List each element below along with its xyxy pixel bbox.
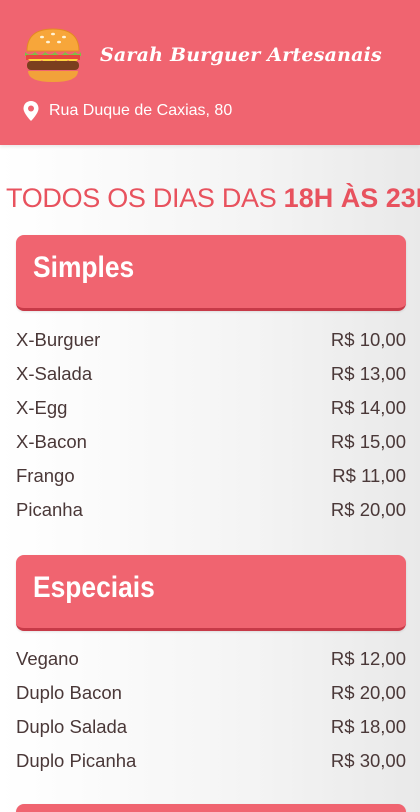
hours-range: 18H ÀS 23H	[283, 183, 420, 213]
opening-hours: TODOS OS DIAS DAS 18H ÀS 23H	[6, 183, 420, 214]
menu-item: Duplo Picanha R$ 30,00	[16, 744, 406, 778]
item-price: R$ 11,00	[332, 465, 406, 486]
item-price: R$ 18,00	[330, 716, 406, 737]
menu-item: X-Burguer R$ 10,00	[16, 323, 406, 357]
item-name: X-Bacon	[16, 431, 87, 452]
item-name: Picanha	[16, 499, 83, 520]
section-title: Especiais	[33, 571, 155, 604]
item-price: R$ 14,00	[330, 397, 406, 418]
menu-item: Vegano R$ 12,00	[16, 642, 406, 676]
menu-list-especiais: Vegano R$ 12,00 Duplo Bacon R$ 20,00 Dup…	[16, 642, 406, 778]
item-price: R$ 13,00	[330, 363, 406, 384]
burger-icon	[25, 28, 81, 82]
item-name: X-Burguer	[16, 329, 101, 350]
section-header-especiais: Especiais	[16, 555, 406, 631]
menu-item: Duplo Salada R$ 18,00	[16, 710, 406, 744]
menu-item: Picanha R$ 20,00	[16, 493, 406, 527]
brand-name: Sarah Burguer Artesanais	[100, 44, 382, 66]
address-text: Rua Duque de Caxias, 80	[49, 102, 233, 119]
item-price: R$ 10,00	[330, 329, 406, 350]
item-name: Vegano	[16, 648, 79, 669]
section-header-next	[16, 804, 406, 812]
menu-item: Duplo Bacon R$ 20,00	[16, 676, 406, 710]
item-name: Frango	[16, 465, 75, 486]
menu-item: X-Bacon R$ 15,00	[16, 425, 406, 459]
item-name: Duplo Picanha	[16, 750, 137, 771]
item-name: X-Egg	[16, 397, 68, 418]
item-price: R$ 20,00	[330, 499, 406, 520]
header: Sarah Burguer Artesanais Rua Duque de Ca…	[0, 0, 420, 145]
item-price: R$ 15,00	[330, 431, 406, 452]
address-row: Rua Duque de Caxias, 80	[22, 99, 232, 123]
item-price: R$ 12,00	[330, 648, 406, 669]
section-header-simples: Simples	[16, 235, 406, 311]
hours-prefix: TODOS OS DIAS DAS	[6, 183, 277, 213]
item-name: Duplo Bacon	[16, 682, 122, 703]
location-pin-icon	[23, 101, 39, 121]
menu-item: X-Egg R$ 14,00	[16, 391, 406, 425]
menu-list-simples: X-Burguer R$ 10,00 X-Salada R$ 13,00 X-E…	[16, 323, 406, 527]
menu-item: Frango R$ 11,00	[16, 459, 406, 493]
item-price: R$ 30,00	[330, 750, 406, 771]
section-title: Simples	[33, 251, 135, 284]
menu-item: X-Salada R$ 13,00	[16, 357, 406, 391]
item-name: X-Salada	[16, 363, 93, 384]
item-name: Duplo Salada	[16, 716, 128, 737]
item-price: R$ 20,00	[330, 682, 406, 703]
